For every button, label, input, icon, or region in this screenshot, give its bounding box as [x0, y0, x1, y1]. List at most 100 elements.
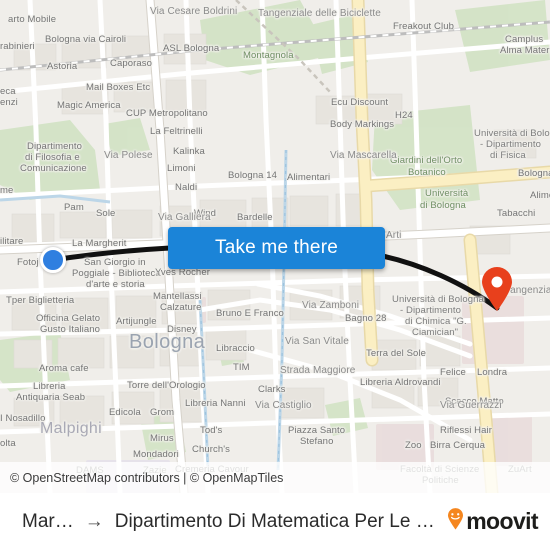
bottom-route-bar: Mar… → Dipartimento Di Matematica Per Le… [0, 493, 550, 550]
map-label: Tabacchi [497, 208, 536, 219]
map-label: Via San Vitale [285, 336, 349, 347]
map-label: La Margherit [72, 238, 127, 249]
map-label: Via Guerrazzi [440, 400, 502, 411]
map-label: Libreria [33, 381, 66, 392]
map-label: Piazza Santo [288, 425, 346, 436]
map-label: Limoni [167, 163, 196, 174]
map-label: Naldi [175, 182, 198, 193]
map-label: rabinieri [0, 41, 35, 52]
route-origin-label: Mar… [22, 510, 74, 532]
map-label: Gusto Italiano [40, 324, 101, 335]
map-label: Strada Maggiore [280, 365, 356, 376]
map-label: Kalinka [173, 146, 205, 157]
map-label: Mail Boxes Etc [86, 82, 151, 93]
moovit-pin-icon [447, 508, 464, 535]
map-label-area: Malpighi [40, 420, 102, 437]
map-label: Stefano [300, 436, 334, 447]
map-label: Edicola [109, 407, 141, 418]
map-label: Fotoj [17, 257, 39, 268]
map-label: olta [0, 438, 16, 449]
map-label: Officina Gelato [36, 313, 101, 324]
map-label: Caporaso [110, 58, 152, 69]
map-label: Libraccio [216, 343, 255, 354]
map-label: Libreria Aldrovandi [360, 377, 441, 388]
map-attribution-text[interactable]: © OpenStreetMap contributors | © OpenMap… [10, 471, 283, 485]
map-label: Alimentari [287, 172, 331, 183]
map-label: Via Polese [104, 150, 153, 161]
map-label: Bologna via Cairoli [45, 34, 127, 45]
map-label: Mondadori [133, 449, 179, 460]
destination-marker[interactable] [480, 266, 514, 312]
map-label: Alma Mater [500, 45, 550, 56]
map-label: Mirus [150, 433, 174, 444]
map-label: Sole [96, 208, 116, 219]
map-label: Poggiale - Biblioteca [72, 268, 161, 279]
map-label: Freakout Club [393, 21, 454, 32]
map-label: Via Zamboni [302, 300, 360, 311]
map-label: Alime [530, 190, 550, 201]
map-label: Bagno 28 [345, 313, 387, 324]
map-label: I Nosadillo [0, 413, 46, 424]
arrow-right-icon: → [84, 510, 104, 532]
map-label: ASL Bologna [163, 43, 220, 54]
route-summary[interactable]: Mar… → Dipartimento Di Matematica Per Le… [0, 511, 447, 533]
map-label: Via Mascarella [330, 150, 397, 161]
map-label: Università [425, 188, 469, 199]
map-label: Antiquaria Seab [16, 392, 86, 403]
map-label: Riflessi Hair [440, 425, 492, 436]
map-label: arto Mobile [8, 14, 57, 25]
map-label: di Fisica [490, 150, 526, 161]
map-label: enzi [0, 97, 18, 108]
map-label: di Chimica "G. [405, 316, 467, 327]
map-label: di Filosofia e [25, 152, 80, 163]
map-attribution-bar: © OpenStreetMap contributors | © OpenMap… [0, 462, 550, 493]
take-me-there-button[interactable]: Take me there [168, 227, 385, 269]
map-label: Aroma cafe [39, 363, 89, 374]
map-label: Bologna 14 [228, 170, 278, 181]
map-label: Terra del Sole [366, 348, 427, 359]
map-label: Londra [477, 367, 508, 378]
map-label: Ecu Discount [331, 97, 389, 108]
map-label: eca [0, 86, 16, 97]
map-label: Felice [440, 367, 466, 378]
map-label: TIM [233, 362, 250, 373]
map-label: Dipartimento [27, 141, 83, 152]
route-destination-label: Dipartimento Di Matematica Per Le Scienz… [114, 510, 447, 532]
map-label: Zoo [405, 440, 422, 451]
moovit-map-screen: arto Mobile Via Cesare Boldrini Tangenzial… [0, 0, 550, 550]
map-label: Università di Bologna [474, 128, 550, 139]
map-label: San Giorgio in [84, 257, 146, 268]
map-label: Camplus [505, 34, 544, 45]
map-label: Clarks [258, 384, 286, 395]
map-label: Magic America [57, 100, 121, 111]
take-me-there-label: Take me there [215, 237, 338, 258]
map-label: - Dipartimento [480, 139, 542, 150]
map-label-city: Bologna [129, 331, 206, 353]
map-canvas[interactable]: arto Mobile Via Cesare Boldrini Tangenzial… [0, 0, 550, 493]
moovit-wordmark: moovit [466, 508, 538, 534]
map-label: Church's [192, 444, 230, 455]
map-label: di Bologna [420, 200, 466, 211]
map-label: Pam [64, 202, 84, 213]
moovit-logo[interactable]: moovit [447, 508, 550, 535]
map-label: H24 [395, 110, 413, 121]
map-label: Comunicazione [20, 163, 87, 174]
map-label: - Dipartimento [400, 305, 462, 316]
map-label: Tangenziale delle Biciclette [258, 8, 381, 19]
map-label: d'arte e storia [86, 279, 145, 290]
map-label: Libreria Nanni [185, 398, 246, 409]
map-label: Via Castiglio [255, 400, 312, 411]
map-label: CUP Metropolitano [126, 108, 208, 119]
map-label: Artijungle [116, 316, 157, 327]
map-label: Via Cesare Boldrini [150, 6, 238, 17]
map-label: Body Markings [330, 119, 395, 130]
origin-marker[interactable] [40, 247, 66, 273]
map-label: Bologna 1 [518, 168, 550, 179]
map-label: Calzature [160, 302, 202, 313]
map-label: Tper Biglietteria [6, 295, 75, 306]
map-label: Astoria [47, 61, 78, 72]
map-label: Montagnola [243, 50, 294, 61]
map-label: Arti [386, 230, 402, 241]
map-label: Bruno E Franco [216, 308, 284, 319]
map-label: Birra Cerqua [430, 440, 486, 451]
